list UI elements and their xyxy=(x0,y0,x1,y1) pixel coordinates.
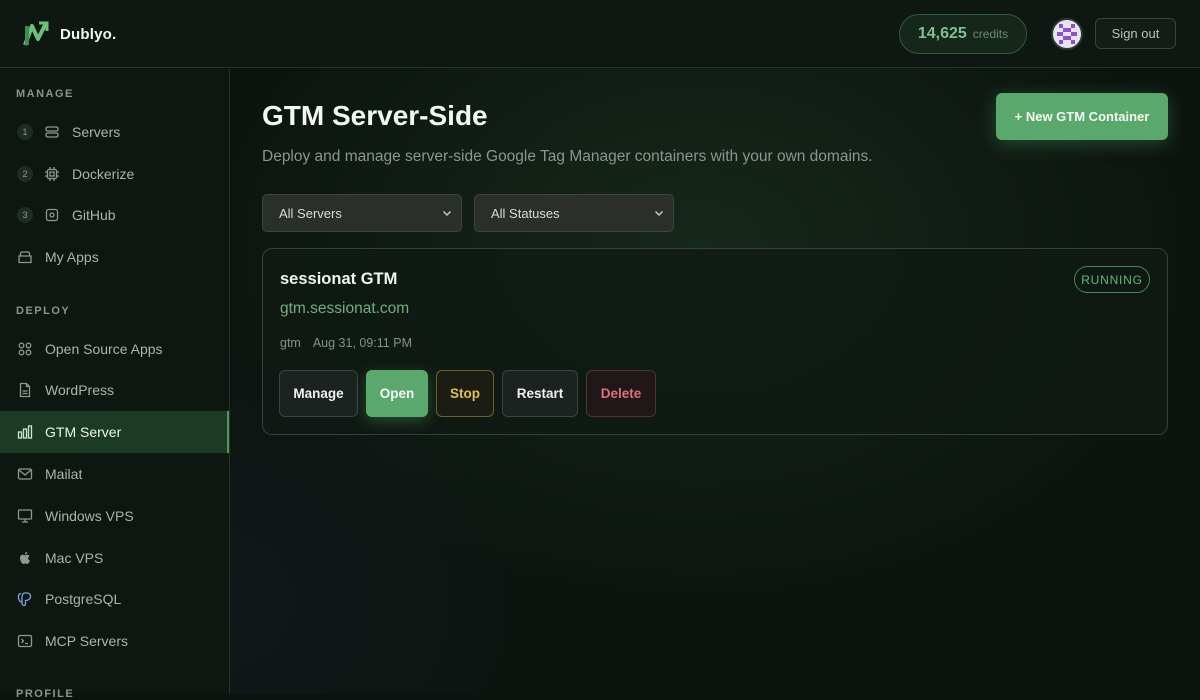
sidebar-item-mailat[interactable]: Mailat xyxy=(0,453,229,495)
container-actions: Manage Open Stop Restart Delete xyxy=(279,370,656,417)
sidebar-item-label: GTM Server xyxy=(45,424,122,440)
sidebar-item-dockerize[interactable]: 2 Dockerize xyxy=(0,153,229,195)
sidebar-item-label: WordPress xyxy=(45,382,114,398)
sidebar-item-label: Open Source Apps xyxy=(45,341,163,357)
github-icon xyxy=(44,207,60,223)
status-badge: RUNNING xyxy=(1074,266,1150,293)
section-label-deploy: DEPLOY xyxy=(16,305,71,317)
elephant-icon xyxy=(17,591,33,607)
chevron-down-icon xyxy=(442,210,452,217)
credits-label: credits xyxy=(972,27,1009,41)
sidebar-item-label: Mac VPS xyxy=(45,550,104,566)
logo[interactable]: Dublyo. xyxy=(22,20,116,48)
sidebar-item-label: Dockerize xyxy=(72,166,135,182)
sidebar-item-label: My Apps xyxy=(45,249,99,265)
box-icon xyxy=(17,249,33,265)
mail-icon xyxy=(17,466,33,482)
sidebar-item-label: PostgreSQL xyxy=(45,591,122,607)
sidebar-item-wordpress[interactable]: WordPress xyxy=(0,369,229,411)
sidebar-item-windows-vps[interactable]: Windows VPS xyxy=(0,495,229,537)
server-filter-select[interactable]: All Servers xyxy=(262,194,462,232)
file-icon xyxy=(17,382,33,398)
step-number: 1 xyxy=(17,124,33,140)
sidebar-item-my-apps[interactable]: My Apps xyxy=(0,236,229,278)
credits-value: 14,625 xyxy=(917,25,967,42)
bar-chart-icon xyxy=(17,424,33,440)
sidebar-item-mcp-servers[interactable]: MCP Servers xyxy=(0,620,229,662)
sidebar-item-label: MCP Servers xyxy=(45,633,128,649)
server-filter-value: All Servers xyxy=(279,205,342,221)
stop-button[interactable]: Stop xyxy=(436,370,494,417)
credits-badge[interactable]: 14,625 credits xyxy=(899,14,1027,54)
sidebar-item-label: GitHub xyxy=(72,207,116,223)
container-tag: gtm xyxy=(280,336,301,350)
manage-button[interactable]: Manage xyxy=(279,370,358,417)
avatar[interactable] xyxy=(1051,18,1083,50)
sidebar-item-mac-vps[interactable]: Mac VPS xyxy=(0,537,229,579)
container-date: Aug 31, 09:11 PM xyxy=(312,336,412,350)
app-name: Dublyo. xyxy=(60,25,117,43)
status-filter-value: All Statuses xyxy=(491,205,560,221)
server-icon xyxy=(44,124,60,140)
container-domain-link[interactable]: gtm.sessionat.com xyxy=(280,300,409,318)
container-meta: gtm Aug 31, 09:11 PM xyxy=(280,336,412,350)
step-number: 2 xyxy=(17,166,33,182)
top-bar: Dublyo. 14,625 credits Sign out xyxy=(0,0,1200,68)
page-title: GTM Server-Side xyxy=(262,100,488,131)
chip-icon xyxy=(44,166,60,182)
avatar-pattern-icon xyxy=(1057,24,1077,44)
section-label-profile: PROFILE xyxy=(16,688,75,700)
sidebar-item-label: Servers xyxy=(72,124,121,140)
page-subtitle: Deploy and manage server-side Google Tag… xyxy=(262,148,873,165)
sidebar-item-gtm-server[interactable]: GTM Server xyxy=(0,411,229,453)
apple-icon xyxy=(17,550,33,566)
chevron-down-icon xyxy=(654,210,664,217)
sidebar-item-label: Windows VPS xyxy=(45,508,134,524)
monitor-icon xyxy=(17,508,33,524)
logo-icon xyxy=(23,21,49,46)
sidebar-item-open-source-apps[interactable]: Open Source Apps xyxy=(0,328,229,370)
grid-icon xyxy=(17,341,33,357)
section-label-manage: MANAGE xyxy=(16,88,74,100)
sidebar-item-servers[interactable]: 1 Servers xyxy=(0,111,229,153)
status-filter-select[interactable]: All Statuses xyxy=(474,194,674,232)
gtm-container-card: sessionat GTM gtm.sessionat.com gtm Aug … xyxy=(262,248,1168,435)
container-name: sessionat GTM xyxy=(280,270,398,288)
step-number: 3 xyxy=(17,207,33,223)
new-gtm-container-button[interactable]: + New GTM Container xyxy=(996,93,1168,140)
sign-out-button[interactable]: Sign out xyxy=(1095,18,1176,49)
sidebar: MANAGE 1 Servers 2 Dockerize 3 GitHub My… xyxy=(0,69,230,700)
open-button[interactable]: Open xyxy=(366,370,428,417)
delete-button[interactable]: Delete xyxy=(586,370,656,417)
sidebar-item-postgresql[interactable]: PostgreSQL xyxy=(0,578,229,620)
sidebar-item-label: Mailat xyxy=(45,466,83,482)
terminal-icon xyxy=(17,633,33,649)
sidebar-item-github[interactable]: 3 GitHub xyxy=(0,194,229,236)
restart-button[interactable]: Restart xyxy=(502,370,578,417)
